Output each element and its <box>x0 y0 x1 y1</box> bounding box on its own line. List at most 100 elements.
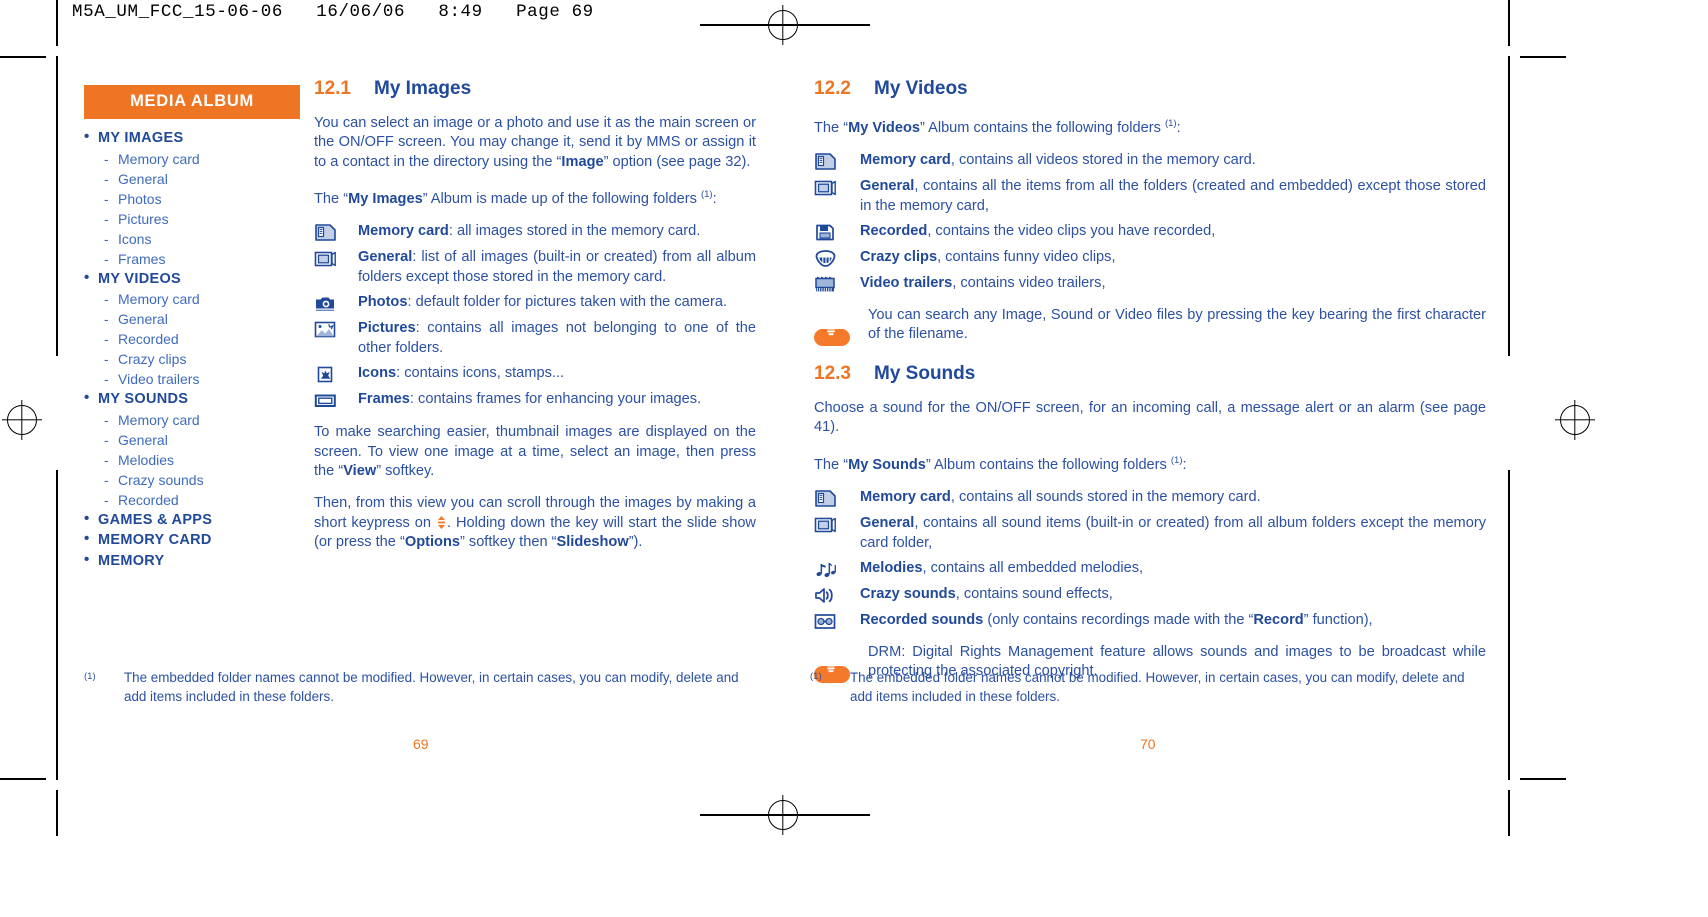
pictures-icon <box>314 319 358 358</box>
sidebar-subitem-videos-crazy-clips[interactable]: Crazy clips <box>84 350 300 369</box>
folder-sep: , <box>955 585 964 602</box>
folder-name: Icons <box>358 365 397 382</box>
video-trailers-icon <box>814 274 860 294</box>
right-page: 12.2 My Videos The “My Videos” Album con… <box>790 0 1708 917</box>
sidebar-subitem-sounds-recorded[interactable]: Recorded <box>84 491 300 510</box>
folders-lead-paragraph: The “My Images” Album is made up of the … <box>314 185 756 209</box>
folder-name: Recorded sounds <box>860 611 984 628</box>
melodies-icon <box>814 559 860 579</box>
lead-a: The “ <box>814 456 849 473</box>
section-heading-12-2: 12.2 My Videos <box>814 78 1486 100</box>
folder-name: Crazy clips <box>860 249 938 266</box>
lead-bold-my-images: My Images <box>348 191 423 208</box>
left-column-content: 12.1 My Images You can select an image o… <box>314 78 756 566</box>
up-down-key-icon <box>437 515 446 529</box>
folder-text: Melodies, contains all embedded melodies… <box>860 559 1486 579</box>
sidebar-subitem-sounds-memory-card[interactable]: Memory card <box>84 411 300 430</box>
memory-card-icon <box>814 151 860 171</box>
folder-desc: contains video trailers, <box>960 275 1106 292</box>
tip-icon-wrapper <box>814 306 868 347</box>
section-number: 12.1 <box>314 78 351 99</box>
sidebar-subitem-videos-video-trailers[interactable]: Video trailers <box>84 370 300 389</box>
folder-desc: contains all sounds stored in the memory… <box>958 489 1261 506</box>
folder-desc: contains all videos stored in the memory… <box>958 152 1256 169</box>
footnote-left: (1) The embedded folder names cannot be … <box>84 668 752 706</box>
folder-sep: , <box>914 178 924 195</box>
sidebar-item-games-apps[interactable]: GAMES & APPS <box>84 510 300 529</box>
folder-name: Pictures <box>358 320 416 337</box>
crazy-clips-icon <box>814 248 860 268</box>
tip-text: You can search any Image, Sound or Video… <box>868 307 1486 343</box>
folder-sep: , <box>950 489 959 506</box>
thumb-bold-view: View <box>343 462 377 479</box>
folder-name: Memory card <box>860 152 951 169</box>
crazy-sounds-icon <box>814 585 860 605</box>
sidebar-item-my-videos[interactable]: MY VIDEOS <box>84 269 300 288</box>
sidebar-subitem-images-frames[interactable]: Frames <box>84 250 300 269</box>
videos-lead-paragraph: The “My Videos” Album contains the follo… <box>814 114 1486 138</box>
folder-desc: contains all the items from all the fold… <box>860 178 1486 214</box>
footnote-ref: (1) <box>700 189 713 201</box>
folder-sep: : <box>409 391 419 408</box>
lead-b: ” Album contains the following folders <box>919 119 1165 136</box>
lead-bold-my-sounds: My Sounds <box>848 456 926 473</box>
folder-text: Recorded sounds (only contains recording… <box>860 611 1486 631</box>
folder-name: General <box>860 515 915 532</box>
footnote-text: The embedded folder names cannot be modi… <box>850 670 1465 704</box>
sidebar-subitem-videos-recorded[interactable]: Recorded <box>84 330 300 349</box>
folder-name: Melodies <box>860 559 923 576</box>
footnote-text: The embedded folder names cannot be modi… <box>124 670 739 704</box>
intro-paragraph: You can select an image or a photo and u… <box>314 114 756 172</box>
recorded-sounds-icon <box>814 611 860 631</box>
scroll-c: ” softkey then “ <box>459 534 557 551</box>
lead-a: The “ <box>314 191 349 208</box>
thumb-b: ” softkey. <box>376 462 435 479</box>
scroll-bold-options: Options <box>404 534 460 551</box>
sidebar-item-memory[interactable]: MEMORY <box>84 551 300 570</box>
chapter-sidebar: MEDIA ALBUM MY IMAGES Memory card Genera… <box>84 85 300 572</box>
page-number-right: 70 <box>1140 736 1156 752</box>
sidebar-subitem-images-icons[interactable]: Icons <box>84 230 300 249</box>
sidebar-item-my-sounds[interactable]: MY SOUNDS <box>84 389 300 408</box>
sidebar-subitem-images-photos[interactable]: Photos <box>84 190 300 209</box>
folder-desc: default folder for pictures taken with t… <box>415 294 728 311</box>
folder-name: General <box>860 178 915 195</box>
sidebar-subitem-sounds-general[interactable]: General <box>84 431 300 450</box>
sidebar-subitem-images-memory-card[interactable]: Memory card <box>84 150 300 169</box>
general-folder-icon <box>314 248 358 287</box>
folder-name: Photos <box>358 294 408 311</box>
folder-desc-bold-record: Record <box>1253 611 1304 628</box>
sounds-lead-paragraph: The “My Sounds” Album contains the follo… <box>814 451 1486 475</box>
camera-icon <box>314 293 358 313</box>
footnote-ref: (1) <box>1164 118 1177 129</box>
folder-row: Recorded sounds (only contains recording… <box>814 611 1486 631</box>
sidebar-subitem-videos-general[interactable]: General <box>84 310 300 329</box>
folder-desc: contains sound effects, <box>963 585 1113 602</box>
sidebar-item-my-images[interactable]: MY IMAGES <box>84 128 300 147</box>
section-title: My Sounds <box>874 363 976 385</box>
folder-desc: contains icons, stamps... <box>404 365 565 382</box>
sidebar-subitem-videos-memory-card[interactable]: Memory card <box>84 290 300 309</box>
sidebar-subitem-sounds-crazy-sounds[interactable]: Crazy sounds <box>84 471 300 490</box>
folder-row: Memory card, contains all videos stored … <box>814 151 1486 171</box>
section-title: My Videos <box>874 78 968 99</box>
page-number-left: 69 <box>413 736 429 752</box>
footnote-ref: (1) <box>1170 454 1183 466</box>
section-title: My Images <box>374 78 472 99</box>
sidebar-subitem-images-pictures[interactable]: Pictures <box>84 210 300 229</box>
sidebar-item-memory-card[interactable]: MEMORY CARD <box>84 530 300 549</box>
sidebar-subitem-images-general[interactable]: General <box>84 170 300 189</box>
folder-row: General, contains all the items from all… <box>814 177 1486 216</box>
folder-row: Video trailers, contains video trailers, <box>814 274 1486 294</box>
sidebar-subitem-sounds-melodies[interactable]: Melodies <box>84 451 300 470</box>
icons-stamps-icon <box>314 364 358 384</box>
folder-desc: contains all embedded melodies, <box>930 559 1144 576</box>
intro-bold-image: Image <box>561 153 604 170</box>
folder-text: Memory card: all images stored in the me… <box>358 222 756 242</box>
folder-desc-a: (only contains recordings made with the … <box>987 611 1254 628</box>
folder-sep: : <box>407 294 416 311</box>
folder-text: General, contains all the items from all… <box>860 177 1486 216</box>
scroll-bold-slideshow: Slideshow <box>556 534 629 551</box>
sidebar-list: MY IMAGES Memory card General Photos Pic… <box>84 119 300 570</box>
folder-desc: all images stored in the memory card. <box>456 223 701 240</box>
